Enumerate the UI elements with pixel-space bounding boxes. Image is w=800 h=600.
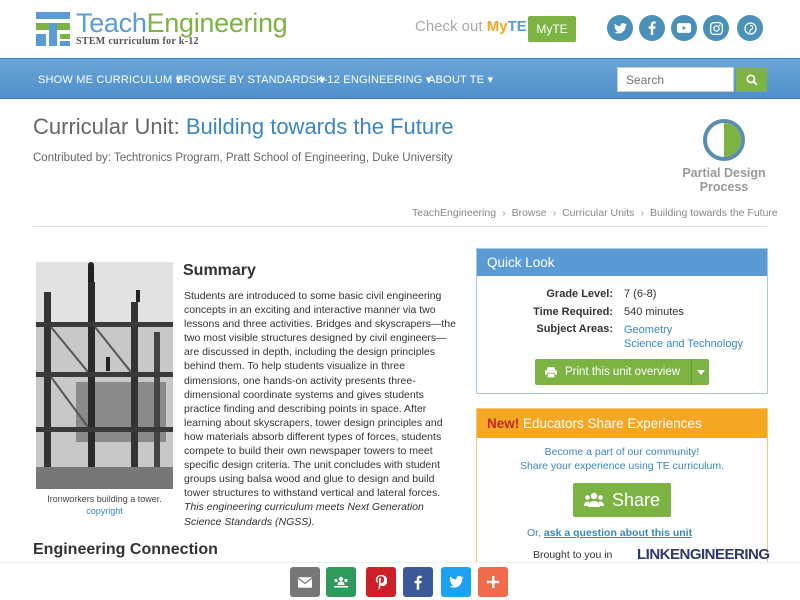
search-input[interactable] [617,67,734,92]
print-icon [545,366,557,378]
breadcrumb-item[interactable]: TeachEngineering [412,207,496,219]
google-classroom-icon [334,576,348,588]
grade-level-label: Grade Level: [546,288,613,300]
share-experience-text: Share your experience using TE curriculu… [519,460,725,472]
caret-down-icon [696,369,705,375]
subject-areas-label: Subject Areas: [536,323,613,335]
grade-level-value: 7 (6-8) [624,288,657,300]
nav-item-about-te[interactable]: ABOUT TE ▾ [428,73,493,86]
quick-look-heading: Quick Look [477,249,767,276]
partial-design-process-icon [703,119,745,161]
pinterest-icon [375,574,387,590]
educators-share-panel: New! Educators Share Experiences Become … [476,408,770,570]
nav-item-show-me-curriculum[interactable]: SHOW ME CURRICULUM ▾ [38,73,181,86]
more-icon [487,576,499,588]
twitter-icon[interactable] [607,15,633,41]
page-title: Curricular Unit: Building towards the Fu… [33,114,454,139]
nav-item-k12-engineering[interactable]: K-12 ENGINEERING ▾ [316,73,432,86]
myte-button[interactable]: MyTE [528,16,576,42]
design-process-label: Partial Design Process [682,166,766,194]
users-icon [583,492,604,507]
twitter-icon [448,576,464,588]
educators-share-heading: New! Educators Share Experiences [477,409,767,438]
pinterest-share-button[interactable] [366,567,396,597]
nav-item-browse-by-standards[interactable]: BROWSE BY STANDARDS ▾ [176,73,325,86]
search-icon [745,73,758,86]
linkengineering-logo[interactable]: LINKENGINEERING [637,546,770,563]
subject-link-geometry[interactable]: Geometry [624,323,743,337]
breadcrumb-item[interactable]: Browse [512,207,547,219]
main-nav: SHOW ME CURRICULUM ▾ BROWSE BY STANDARDS… [0,58,800,99]
summary-heading: Summary [183,262,256,279]
share-toolbar [0,562,800,600]
print-options-dropdown[interactable] [691,359,709,385]
more-share-button[interactable] [478,567,508,597]
checkout-myte-text: Check out MyTE [415,18,527,35]
quick-look-panel: Quick Look Grade Level: 7 (6-8) Time Req… [476,248,768,394]
share-button[interactable]: Share [573,483,671,517]
subject-link-science-technology[interactable]: Science and Technology [624,337,743,351]
breadcrumb: TeachEngineering › Browse › Curricular Units… [412,207,778,219]
copyright-link[interactable]: copyright [36,506,173,516]
twitter-share-button[interactable] [441,567,471,597]
facebook-icon[interactable] [639,15,665,41]
photo-caption: Ironworkers building a tower. [47,494,162,504]
ngss-note: This engineering curriculum meets Next G… [184,501,424,528]
community-text: Become a part of our community! [544,446,700,458]
contributed-by: Contributed by: Techtronics Program, Pra… [33,152,453,164]
instagram-icon[interactable] [703,15,729,41]
logo-wordmark[interactable]: TeachEngineering [76,8,288,39]
email-share-button[interactable] [290,567,320,597]
summary-text: Students are introduced to some basic ci… [184,290,456,528]
ask-question-link[interactable]: ask a question about this unit [544,527,692,539]
logo-tagline: STEM curriculum for k-12 [76,36,199,47]
facebook-share-button[interactable] [403,567,433,597]
ask-question-line: Or, ask a question about this unit [527,527,693,539]
teachengineering-logo-icon[interactable] [36,12,70,46]
site-header: TeachEngineering STEM curriculum for k-1… [0,0,800,58]
divider [33,226,767,227]
google-classroom-share-button[interactable] [326,567,356,597]
ironworkers-photo[interactable] [36,262,173,489]
facebook-icon [414,575,422,590]
email-icon [298,576,312,588]
breadcrumb-item[interactable]: Curricular Units [562,207,634,219]
time-required-label: Time Required: [533,306,613,318]
print-unit-button[interactable]: Print this unit overview [535,359,709,385]
brought-to-you-text: Brought to you in [533,549,613,561]
youtube-icon[interactable] [671,15,697,41]
pinterest-icon[interactable] [737,15,763,41]
design-process-badge[interactable]: Partial Design Process [676,118,772,194]
engineering-connection-heading: Engineering Connection [33,541,218,558]
breadcrumb-current: Building towards the Future [649,207,778,219]
search-button[interactable] [736,67,767,92]
time-required-value: 540 minutes [624,306,684,318]
